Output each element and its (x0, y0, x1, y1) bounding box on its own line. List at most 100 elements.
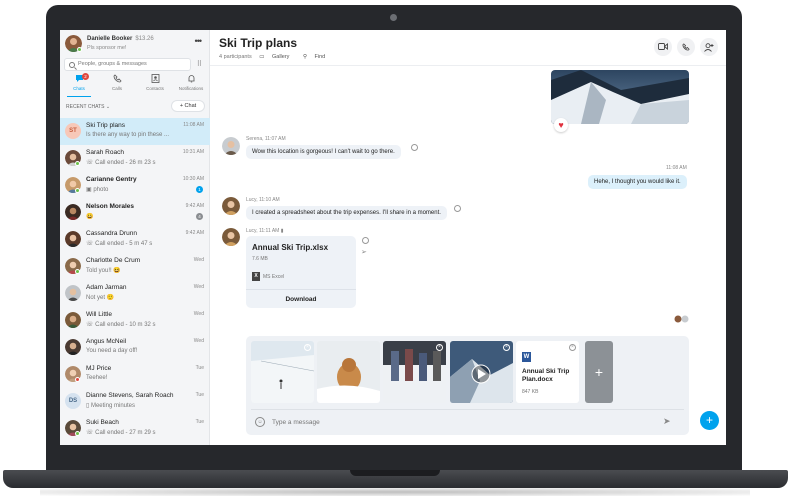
search-icon (69, 62, 75, 68)
tab-notifications[interactable]: Notifications (172, 74, 210, 91)
add-reaction-icon[interactable] (454, 205, 461, 212)
gallery-link[interactable]: ▭ Gallery (259, 54, 295, 60)
add-participant-button[interactable] (700, 38, 718, 56)
online-status-dot (75, 188, 80, 193)
avatar (65, 285, 81, 301)
chat-item-carianne-gentry[interactable]: Carianne Gentry ▣ photo 10:30 AM 1 (60, 172, 210, 199)
chat-time: 9:42 AM (185, 230, 204, 236)
chat-icon (60, 74, 98, 84)
emoji-icon[interactable]: ☺ (255, 417, 265, 427)
chat-item-ski-trip[interactable]: ST Ski Trip plans Is there any way to pi… (60, 118, 210, 145)
message-meta: Lucy, 11:10 AM (246, 197, 280, 203)
chat-item-angus-mcneil[interactable]: Angus McNeil You need a day off! Wed (60, 334, 210, 361)
bookmark-icon: ▮ (280, 228, 284, 234)
chat-preview: ▯ Meeting minutes (86, 403, 135, 409)
send-icon[interactable]: ➤ (663, 416, 671, 427)
online-status-dot (75, 269, 80, 274)
tab-calls[interactable]: Calls (98, 74, 136, 91)
chat-time: Tue (195, 392, 204, 398)
phone-icon (682, 43, 690, 51)
remove-attachment-icon[interactable]: × (436, 344, 443, 351)
file-attachment-card[interactable]: Annual Ski Trip.xlsx 7.6 MB X MS Excel D… (246, 236, 356, 308)
add-attachment-button[interactable]: + (585, 341, 613, 403)
tab-label: Notifications (178, 86, 204, 91)
online-status-dot (75, 431, 80, 436)
chat-time: Tue (195, 419, 204, 425)
unread-badge: 1 (196, 186, 203, 193)
document-attachment-card[interactable]: W Annual Ski Trip Plan.docx 847 KB × (516, 341, 579, 403)
remove-attachment-icon[interactable]: × (503, 344, 510, 351)
chat-name: Angus McNeil (86, 338, 127, 345)
chat-preview: ☏ Call ended - 26 m 23 s (86, 160, 156, 166)
group-initials-avatar: DS (65, 393, 81, 409)
chat-name: Adam Jarman (86, 284, 127, 291)
heart-reaction-icon[interactable]: ♥ (554, 118, 568, 132)
chat-preview: ▣ photo (86, 187, 109, 193)
doc-size: 847 KB (522, 389, 539, 395)
video-call-button[interactable] (654, 38, 672, 56)
forward-icon[interactable]: ➢ (361, 248, 367, 256)
attachment-thumbnail[interactable] (317, 341, 380, 403)
chat-time: Wed (193, 284, 204, 290)
laptop-shadow (40, 488, 750, 496)
message-bubble[interactable]: I created a spreadsheet about the trip e… (246, 206, 447, 220)
lucy-avatar[interactable] (222, 228, 240, 246)
word-icon: W (522, 352, 531, 362)
tab-chats[interactable]: Chats 2 (60, 73, 98, 91)
chat-item-nelson-morales[interactable]: Nelson Morales 😀 9:42 AM 4 (60, 199, 210, 226)
read-receipts (674, 310, 694, 323)
add-reaction-icon[interactable] (362, 237, 369, 244)
smile-emoji-icon: 🙂 (106, 295, 115, 301)
conversation-pane: Ski Trip plans 4 participants ▭ Gallery … (210, 30, 726, 445)
tab-contacts[interactable]: Contacts (136, 74, 174, 91)
message-input[interactable] (272, 417, 652, 427)
chat-preview: Not yet 🙂 (86, 295, 115, 301)
message-meta: Lucy, 11:11 AM ▮ (246, 228, 284, 234)
chat-item-will-little[interactable]: Will Little ☏ Call ended - 10 m 32 s Wed (60, 307, 210, 334)
attachment-thumbnail[interactable]: × (251, 341, 314, 403)
dialpad-icon[interactable]: ⠿ (194, 59, 205, 70)
participants-link[interactable]: 4 participants (219, 54, 252, 60)
chat-item-dianne-stevens[interactable]: DS Dianne Stevens, Sarah Roach ▯ Meeting… (60, 388, 210, 415)
chat-item-sarah-roach[interactable]: Sarah Roach ☏ Call ended - 26 m 23 s 10:… (60, 145, 210, 172)
chat-name: Will Little (86, 311, 113, 318)
download-button[interactable]: Download (246, 289, 356, 308)
attachment-thumbnail[interactable]: × (383, 341, 446, 403)
video-attachment-thumbnail[interactable]: × (450, 341, 513, 403)
sidebar: Danielle Booker $13.26 Pls sponsor me! ••… (60, 30, 210, 445)
main-nav: Chats 2 Calls Contacts Notifications (60, 73, 210, 97)
add-reaction-icon[interactable] (411, 144, 418, 151)
tab-label: Contacts (146, 86, 164, 91)
serena-avatar[interactable] (222, 137, 240, 155)
phone-icon (98, 74, 136, 84)
outgoing-message-bubble[interactable]: Hehe, I thought you would like it. (588, 175, 687, 189)
lucy-avatar[interactable] (222, 197, 240, 215)
add-person-icon (704, 43, 714, 52)
add-content-button[interactable]: + (700, 411, 719, 430)
shared-mountain-photo[interactable] (551, 70, 689, 124)
profile[interactable]: Danielle Booker $13.26 Pls sponsor me! ••… (65, 34, 205, 56)
recent-chats-label[interactable]: RECENT CHATS ⌄ (66, 104, 110, 110)
chat-name: Charlotte De Crum (86, 257, 141, 264)
chat-preview: You need a day off! (86, 348, 138, 354)
chat-name: Carianne Gentry (86, 176, 137, 183)
busy-status-dot (75, 377, 80, 382)
find-link[interactable]: ⚲ Find (303, 54, 331, 60)
more-options-icon[interactable]: ••• (195, 36, 203, 46)
audio-call-button[interactable] (677, 38, 695, 56)
remove-attachment-icon[interactable]: × (569, 344, 576, 351)
remove-attachment-icon[interactable]: × (304, 344, 311, 351)
profile-mood: Pls sponsor me! (87, 45, 127, 51)
message-bubble[interactable]: Wow this location is gorgeous! I can't w… (246, 145, 401, 159)
chat-item-cassandra-drunn[interactable]: Cassandra Drunn ☏ Call ended - 5 m 47 s … (60, 226, 210, 253)
chat-time: Wed (193, 311, 204, 317)
file-size: 7.6 MB (252, 256, 268, 262)
new-chat-button[interactable]: + Chat (171, 100, 205, 112)
search-box[interactable]: People, groups & messages (64, 58, 191, 71)
chat-item-charlotte-de-crum[interactable]: Charlotte De Crum Told you!! 😆 Wed (60, 253, 210, 280)
contacts-icon (136, 74, 174, 84)
chat-item-adam-jarman[interactable]: Adam Jarman Not yet 🙂 Wed (60, 280, 210, 307)
chat-item-mj-price[interactable]: MJ Price Teehee! Tue (60, 361, 210, 388)
chat-preview: Teehee! (86, 375, 108, 381)
chat-item-suki-beach[interactable]: Suki Beach ☏ Call ended - 27 m 29 s Tue (60, 415, 210, 442)
